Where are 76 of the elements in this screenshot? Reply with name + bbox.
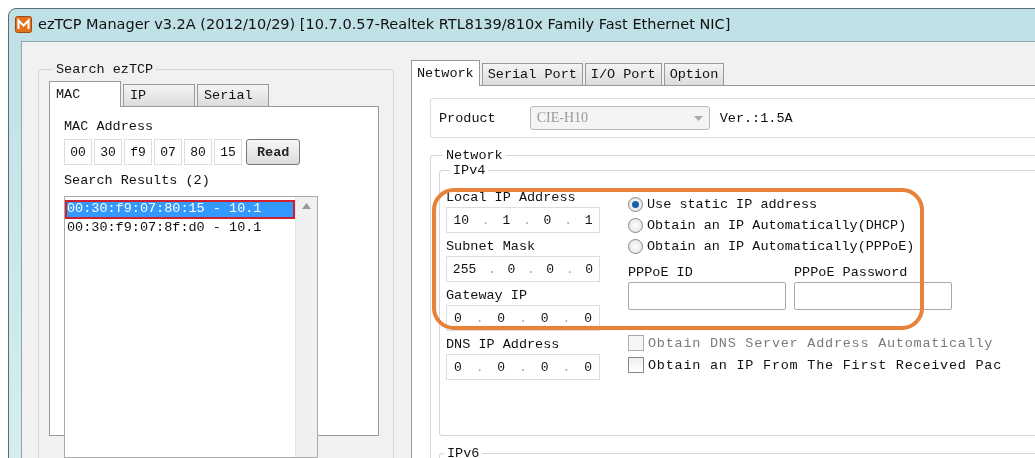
octet-separator: . [526, 261, 535, 277]
field-label: Gateway IP [446, 288, 528, 303]
octet-separator: . [565, 261, 574, 277]
group-title: Network [445, 148, 504, 163]
octet-value: 0 [507, 261, 516, 277]
window-title: ezTCP Manager v3.2A (2012/10/29) [10.7.0.57-Realtek RTL8139/810x Family Fast Ethernet NIC] [38, 16, 731, 32]
octet-separator: . [519, 359, 527, 375]
field-label: MAC Address [64, 119, 154, 134]
octet-value: 0 [497, 310, 506, 326]
dropdown-arrow-icon [693, 115, 703, 121]
app-logo-icon [15, 15, 32, 33]
octet-separator: . [475, 310, 484, 326]
octet-value: 0 [453, 359, 462, 375]
mac-octet-field[interactable]: 30 [94, 139, 122, 165]
octet-value: 0 [585, 261, 594, 277]
tab[interactable]: Serial Port [481, 63, 583, 85]
radio-icon[interactable] [628, 197, 643, 212]
tab[interactable]: IP [123, 84, 195, 106]
group-title: Search ezTCP [55, 62, 155, 77]
tab[interactable]: MAC [49, 81, 121, 107]
octet-value: 0 [584, 310, 592, 326]
mac-octet-field[interactable]: f9 [124, 139, 152, 165]
octet-value: 1 [584, 212, 593, 228]
radio-icon[interactable] [628, 218, 643, 233]
mac-octet-field[interactable]: 00 [64, 139, 92, 165]
tab[interactable]: I/O Port [584, 63, 662, 85]
results-label: Search Results (2) [64, 173, 210, 188]
radio-icon[interactable] [628, 239, 643, 254]
octet-separator: . [564, 212, 572, 228]
radio-option[interactable]: Obtain an IP Automatically(PPPoE) [628, 236, 1003, 257]
ip-address-field[interactable]: 255 . 0 . 0 . 0 [446, 256, 600, 282]
octet-value: 0 [546, 261, 555, 277]
group-title: IPv6 [446, 446, 481, 458]
input-field[interactable] [628, 282, 786, 310]
octet-value: 0 [584, 359, 592, 375]
group-title: IPv4 [452, 163, 487, 178]
tab[interactable]: Network [411, 60, 480, 86]
result-item[interactable]: 00:30:f9:07:8f:d0 - 10.1 [65, 219, 295, 238]
mac-octet-field[interactable]: 15 [214, 139, 242, 165]
octet-separator: . [562, 310, 571, 326]
scroll-up-icon[interactable] [302, 203, 311, 209]
field-label: PPPoE Password [794, 265, 909, 280]
field-label: Product [439, 110, 496, 126]
octet-value: 1 [502, 212, 511, 228]
octet-separator: . [562, 359, 571, 375]
tab[interactable]: Serial [197, 84, 269, 106]
mac-octet-field[interactable]: 07 [154, 139, 182, 165]
octet-separator: . [519, 310, 527, 326]
checkbox-label: Obtain an IP From The First Received Pac [648, 357, 1003, 373]
octet-value: 10 [453, 212, 469, 228]
radio-option[interactable]: Use static IP address [628, 194, 1003, 215]
octet-value: 0 [540, 310, 549, 326]
octet-value: 0 [497, 359, 506, 375]
read-button[interactable]: Read [246, 139, 301, 165]
checkbox-label: Obtain DNS Server Address Automatically [648, 335, 994, 351]
octet-separator: . [475, 359, 484, 375]
octet-value: 0 [540, 359, 549, 375]
radio-option[interactable]: Obtain an IP Automatically(DHCP) [628, 215, 1003, 236]
octet-value: 0 [543, 212, 552, 228]
octet-separator: . [481, 212, 490, 228]
octet-value: 0 [453, 310, 462, 326]
checkbox[interactable] [628, 357, 644, 373]
field-label: Subnet Mask [446, 239, 537, 254]
mac-octet-field[interactable]: 80 [184, 139, 212, 165]
version-label: Ver.:1.5A [719, 110, 793, 126]
octet-separator: . [487, 261, 496, 277]
ip-address-field[interactable]: 0 . 0 . 0 . 0 [446, 354, 600, 380]
scrollbar[interactable] [295, 197, 317, 457]
ip-address-field[interactable]: 10 . 1 . 0 . 1 [446, 207, 600, 233]
field-label: PPPoE ID [628, 265, 694, 280]
field-label: DNS IP Address [446, 337, 561, 352]
field-label: Local IP Address [446, 190, 577, 205]
input-field[interactable] [794, 282, 952, 310]
octet-separator: . [522, 212, 531, 228]
octet-value: 255 [452, 261, 477, 277]
tab[interactable]: Option [663, 63, 725, 85]
